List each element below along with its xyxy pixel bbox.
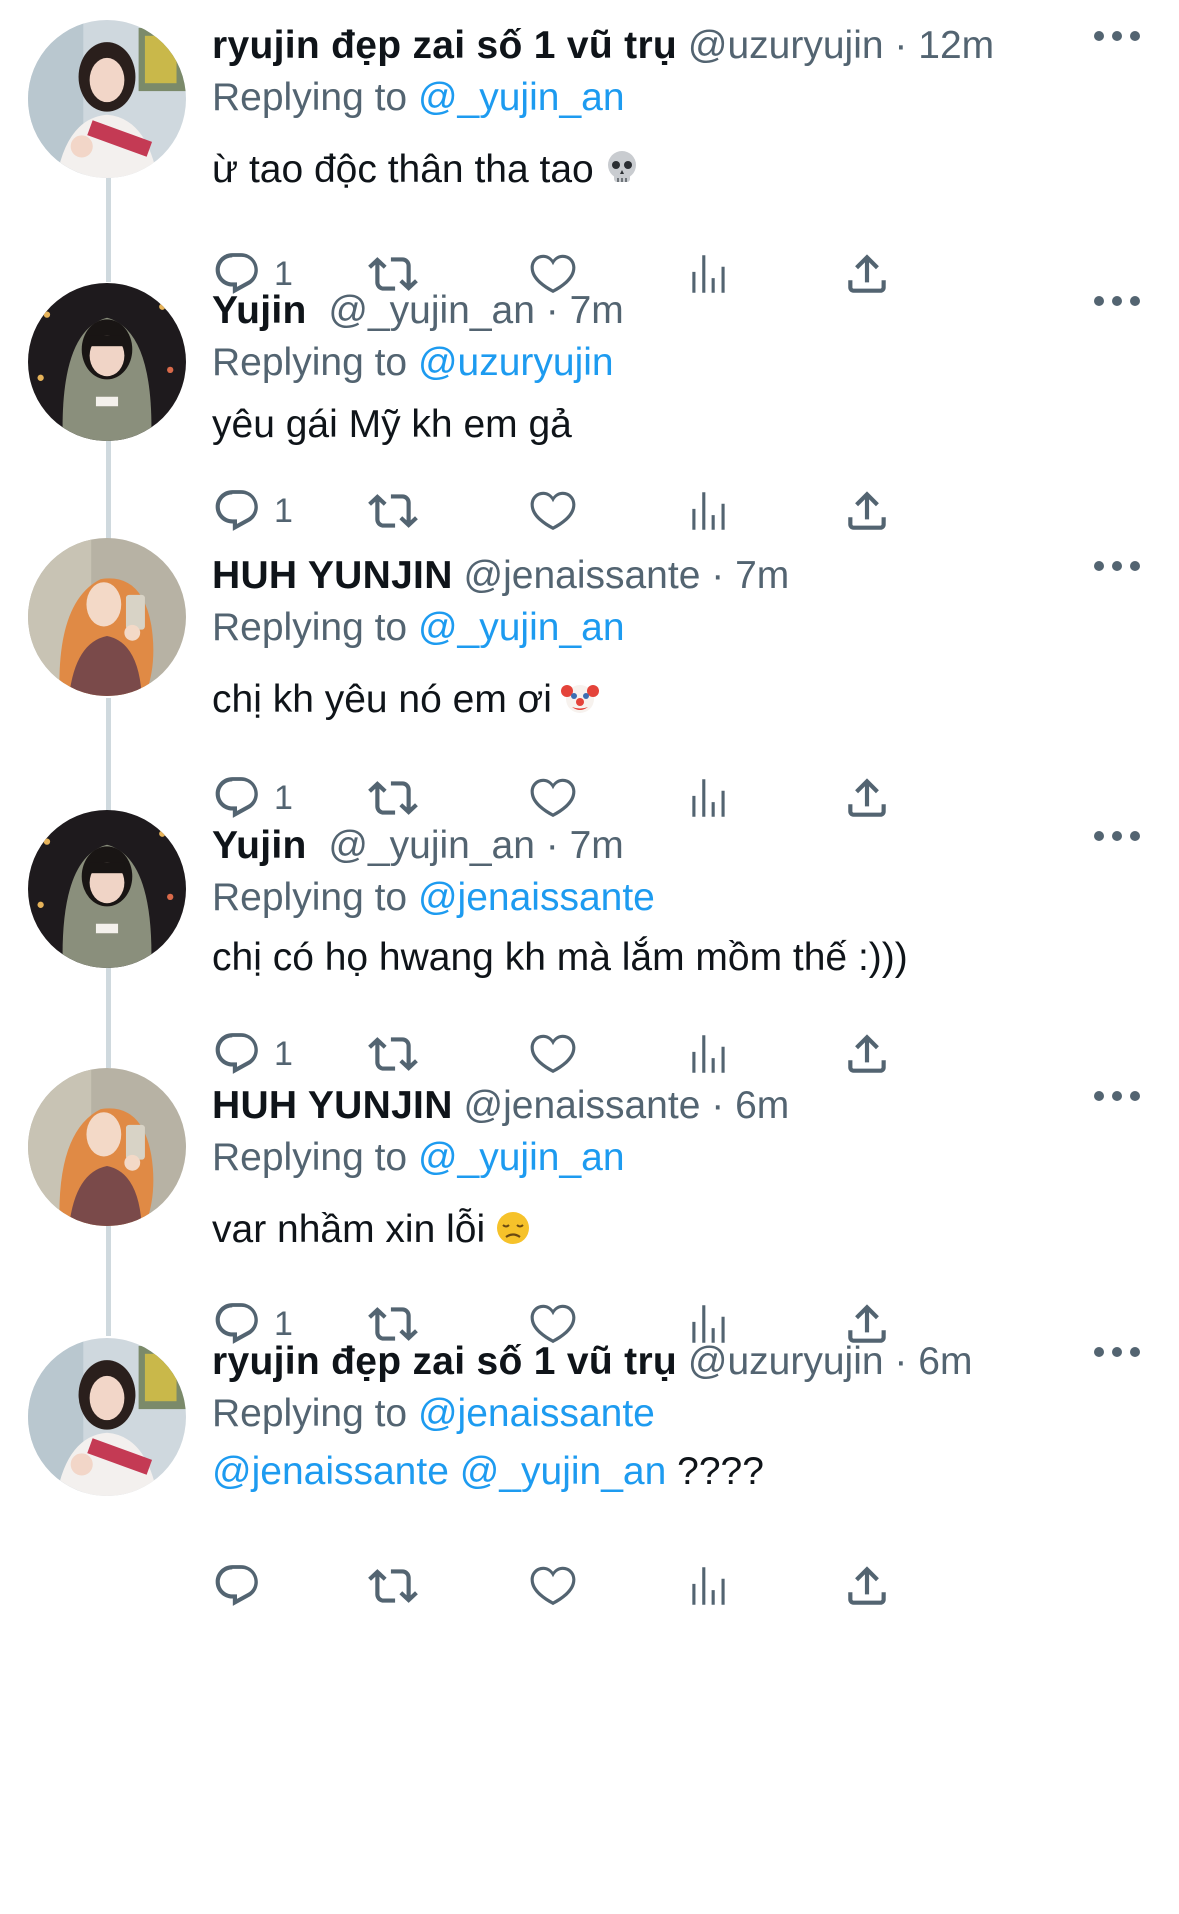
- views-button[interactable]: [684, 1558, 734, 1614]
- display-name[interactable]: Yujin: [212, 824, 307, 867]
- timestamp[interactable]: 12m: [918, 24, 994, 67]
- tweet-text: chị có họ hwang kh mà lắm mồm thế :))): [212, 936, 908, 979]
- more-options-icon[interactable]: [1091, 1344, 1143, 1360]
- like-button[interactable]: [528, 1558, 578, 1614]
- replying-mention[interactable]: @jenaissante: [418, 876, 655, 919]
- heart-icon: [530, 491, 576, 531]
- avatar[interactable]: [28, 20, 186, 178]
- avatar[interactable]: [28, 1068, 186, 1226]
- avatar-yujin-image: [28, 283, 186, 441]
- replying-mention[interactable]: @jenaissante: [418, 1392, 655, 1435]
- heart-icon: [530, 1566, 576, 1606]
- timestamp[interactable]: 6m: [735, 1084, 789, 1127]
- timestamp[interactable]: 6m: [918, 1340, 972, 1383]
- avatar-yunjin-image: [28, 1068, 186, 1226]
- replying-label: Replying to: [212, 876, 418, 919]
- separator-dot: ·: [534, 824, 570, 867]
- user-handle[interactable]: @uzuryujin: [688, 1340, 884, 1383]
- timestamp[interactable]: 7m: [570, 824, 624, 867]
- share-icon: [848, 1566, 886, 1605]
- display-name[interactable]: ryujin đẹp zai số 1 vũ trụ: [212, 24, 677, 67]
- tweet-text: yêu gái Mỹ kh em gả: [212, 403, 572, 446]
- avatar[interactable]: [28, 1338, 186, 1496]
- tweet-mention[interactable]: @jenaissante: [212, 1450, 449, 1493]
- display-name[interactable]: Yujin: [212, 289, 307, 332]
- tweet-text: var nhầm xin lỗi: [212, 1208, 486, 1251]
- tweet-text: chị kh yêu nó em ơi: [212, 678, 552, 721]
- retweet-icon: [368, 1569, 418, 1603]
- reply-count: 1: [274, 491, 293, 530]
- replying-label: Replying to: [212, 1136, 418, 1179]
- retweet-icon: [368, 494, 418, 528]
- reply-icon: [215, 1565, 258, 1606]
- user-handle[interactable]: @jenaissante: [464, 1084, 701, 1127]
- separator-dot: ·: [534, 289, 570, 332]
- replying-label: Replying to: [212, 1392, 418, 1435]
- replying-mention[interactable]: @_yujin_an: [418, 76, 625, 119]
- user-handle[interactable]: @_yujin_an: [328, 824, 535, 867]
- reply-button[interactable]: [212, 1558, 274, 1614]
- avatar[interactable]: [28, 538, 186, 696]
- replying-label: Replying to: [212, 606, 418, 649]
- more-options-icon[interactable]: [1091, 28, 1143, 44]
- display-name[interactable]: HUH YUNJIN: [212, 1084, 453, 1127]
- timestamp[interactable]: 7m: [570, 289, 624, 332]
- display-name[interactable]: HUH YUNJIN: [212, 554, 453, 597]
- user-handle[interactable]: @jenaissante: [464, 554, 701, 597]
- tweet-mention[interactable]: @_yujin_an: [460, 1450, 667, 1493]
- more-options-icon[interactable]: [1091, 558, 1143, 574]
- analytics-icon: [692, 492, 725, 530]
- replying-mention[interactable]: @_yujin_an: [418, 606, 625, 649]
- avatar[interactable]: [28, 283, 186, 441]
- analytics-icon: [692, 1567, 725, 1605]
- tweet-text: ????: [677, 1450, 764, 1493]
- tweet-text: ừ tao độc thân tha tao: [212, 148, 594, 191]
- avatar-ryujin-image: [28, 1338, 186, 1496]
- skull-icon: [602, 148, 642, 188]
- retweet-button[interactable]: [368, 1558, 418, 1614]
- reply-icon: [215, 490, 258, 531]
- disappointed-face-icon: [493, 1208, 533, 1248]
- more-options-icon[interactable]: [1091, 1088, 1143, 1104]
- avatar-yunjin-image: [28, 538, 186, 696]
- avatar[interactable]: [28, 810, 186, 968]
- user-handle[interactable]: @_yujin_an: [328, 289, 535, 332]
- more-options-icon[interactable]: [1091, 293, 1143, 309]
- replying-label: Replying to: [212, 76, 418, 119]
- share-button[interactable]: [842, 1558, 892, 1614]
- replying-mention[interactable]: @uzuryujin: [418, 341, 614, 384]
- avatar-yujin-image: [28, 810, 186, 968]
- timestamp[interactable]: 7m: [735, 554, 789, 597]
- more-options-icon[interactable]: [1091, 828, 1143, 844]
- separator-dot: ·: [883, 1340, 919, 1383]
- tweet[interactable]: ryujin đẹp zai số 1 vũ trụ @uzuryujin · …: [0, 1326, 1179, 1646]
- replying-mention[interactable]: @_yujin_an: [418, 1136, 625, 1179]
- separator-dot: ·: [700, 554, 736, 597]
- replying-label: Replying to: [212, 341, 418, 384]
- clown-face-icon: [560, 678, 600, 718]
- avatar-ryujin-image: [28, 20, 186, 178]
- share-icon: [848, 491, 886, 530]
- separator-dot: ·: [700, 1084, 736, 1127]
- display-name[interactable]: ryujin đẹp zai số 1 vũ trụ: [212, 1340, 677, 1383]
- separator-dot: ·: [883, 24, 919, 67]
- user-handle[interactable]: @uzuryujin: [688, 24, 884, 67]
